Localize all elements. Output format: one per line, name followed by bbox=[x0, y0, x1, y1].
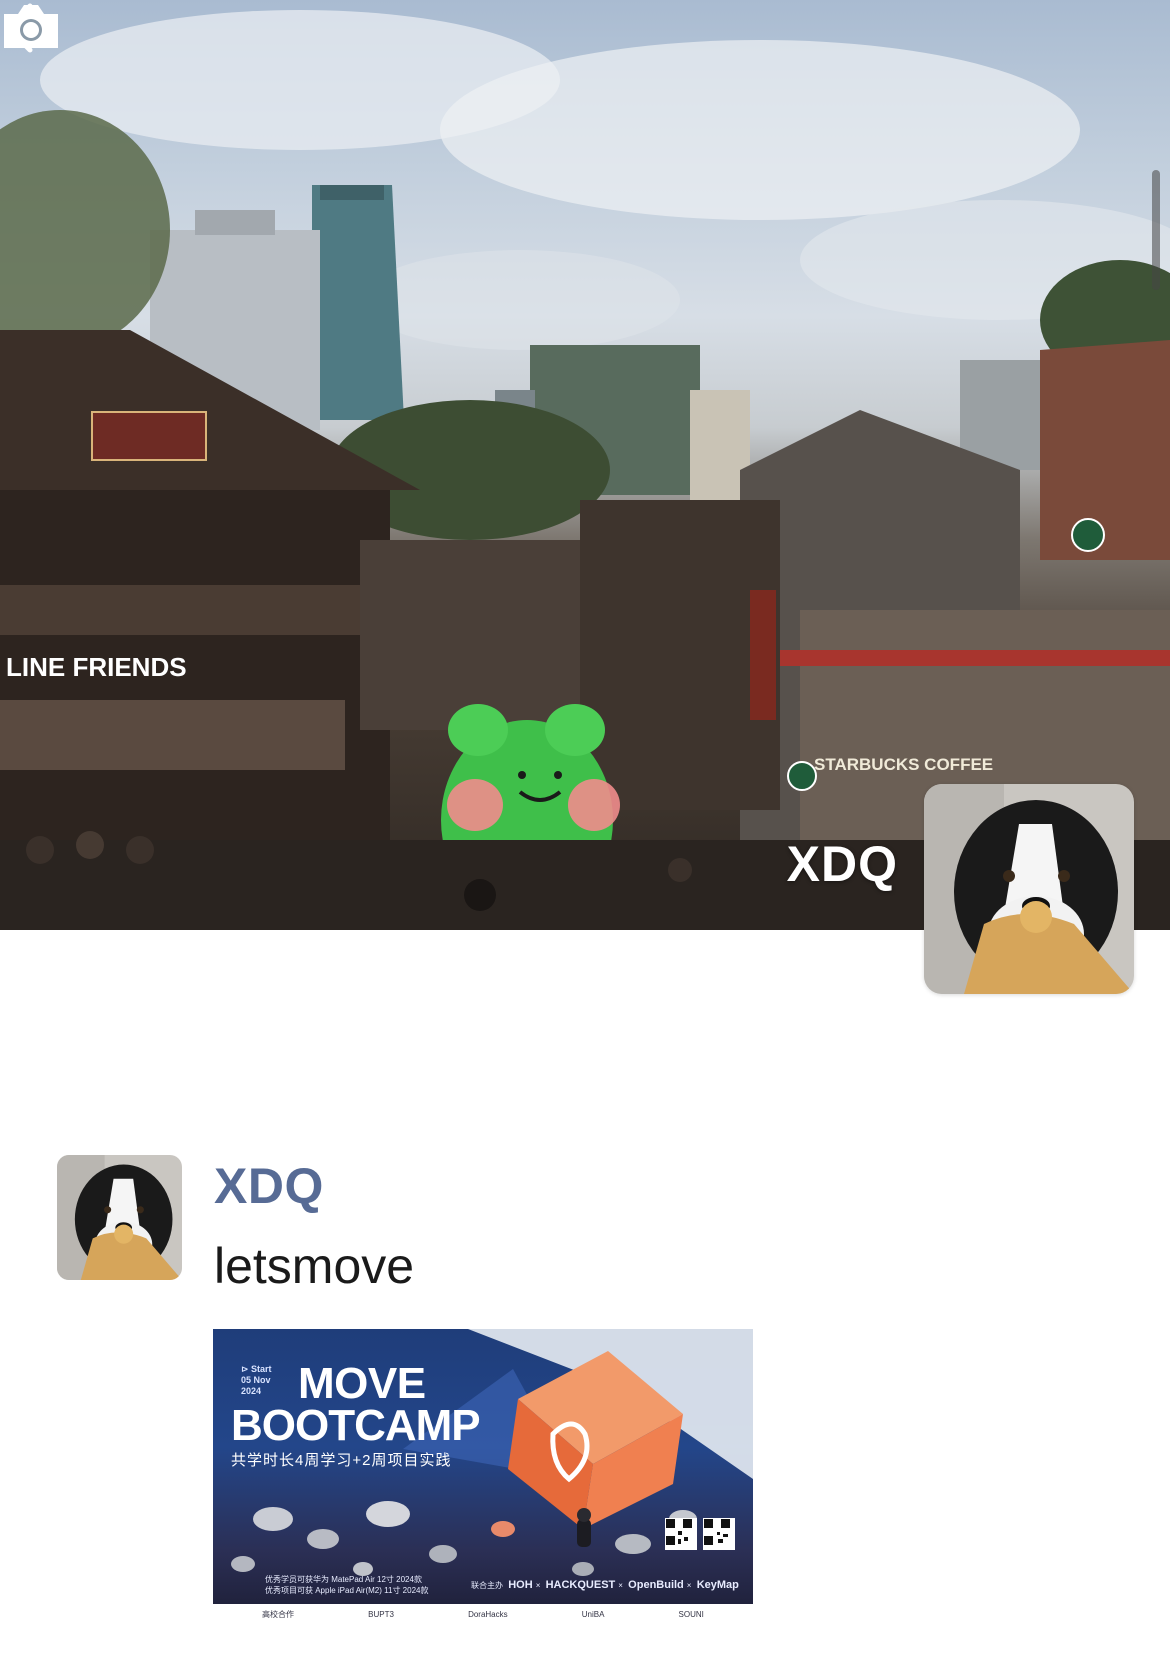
camera-icon[interactable] bbox=[0, 0, 62, 52]
dog-avatar-image bbox=[924, 784, 1134, 994]
poster-title: BOOTCAMP bbox=[231, 1401, 481, 1450]
poster-partner-strip: 高校合作 BUPT3 DoraHacks UniBA SOUNI bbox=[213, 1604, 753, 1625]
qr-code-icon bbox=[665, 1518, 697, 1550]
profile-name: XDQ bbox=[786, 836, 898, 892]
qr-code-icon bbox=[703, 1518, 735, 1550]
post-author-avatar[interactable] bbox=[57, 1155, 182, 1280]
poster-footnote: 优秀学员可获华为 MatePad Air 12寸 2024款 优秀项目可获 Ap… bbox=[265, 1575, 429, 1595]
profile-avatar[interactable] bbox=[924, 784, 1134, 994]
poster-start-label: ⊳ Start 05 Nov 2024 bbox=[241, 1364, 272, 1396]
dog-avatar-image bbox=[57, 1155, 182, 1280]
post-image[interactable]: ⊳ Start 05 Nov 2024 MOVE BOOTCAMP 共学时长4周… bbox=[213, 1329, 753, 1625]
post-author-name[interactable]: XDQ bbox=[214, 1157, 324, 1215]
poster-subtitle: 共学时长4周学习+2周项目实践 bbox=[231, 1452, 452, 1469]
svg-text:LINE FRIENDS: LINE FRIENDS bbox=[6, 652, 187, 682]
post-text: letsmove bbox=[214, 1238, 415, 1294]
poster-sponsors: 联合主办 HOH × HACKQUEST × OpenBuild × KeyMap bbox=[471, 1579, 739, 1591]
svg-text:STARBUCKS COFFEE: STARBUCKS COFFEE bbox=[814, 755, 993, 774]
scrollbar[interactable] bbox=[1152, 170, 1160, 290]
